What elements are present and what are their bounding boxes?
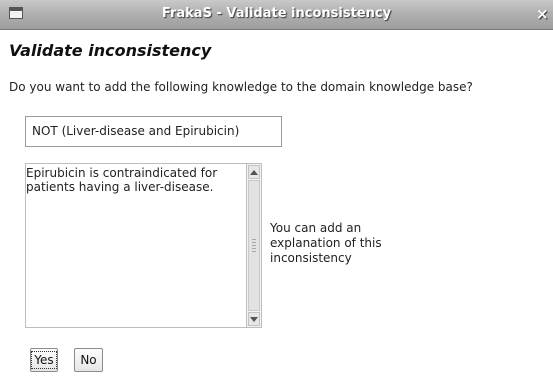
- yes-button[interactable]: Yes: [30, 348, 58, 372]
- hint-line: You can add an: [270, 221, 362, 235]
- yes-button-label: Yes: [31, 351, 57, 369]
- knowledge-field[interactable]: NOT (Liver-disease and Epirubicin): [25, 116, 282, 147]
- hint-line: inconsistency: [270, 251, 352, 265]
- no-button-label: No: [80, 353, 97, 367]
- explanation-hint: You can add an explanation of this incon…: [270, 221, 390, 266]
- hint-line: explanation of this: [270, 236, 382, 250]
- dialog-heading: Validate inconsistency: [9, 41, 212, 60]
- window-title: FrakaS - Validate inconsistency: [161, 6, 392, 21]
- explanation-textarea[interactable]: Epirubicin is contraindicated for patien…: [25, 163, 262, 328]
- scroll-down-button[interactable]: [248, 312, 260, 326]
- grip-icon: [252, 239, 256, 253]
- scroll-thumb[interactable]: [248, 180, 260, 311]
- scroll-up-button[interactable]: [248, 165, 260, 179]
- window-titlebar[interactable]: FrakaS - Validate inconsistency ×: [0, 0, 553, 30]
- arrow-up-icon: [250, 169, 258, 175]
- close-icon[interactable]: ×: [536, 5, 549, 23]
- explanation-line: Epirubicin is contraindicated for: [26, 166, 218, 180]
- question-text: Do you want to add the following knowled…: [9, 80, 473, 94]
- explanation-line: patients having a liver-disease.: [26, 180, 214, 194]
- explanation-scrollbar[interactable]: [246, 163, 262, 328]
- arrow-down-icon: [250, 316, 258, 322]
- no-button[interactable]: No: [74, 348, 103, 372]
